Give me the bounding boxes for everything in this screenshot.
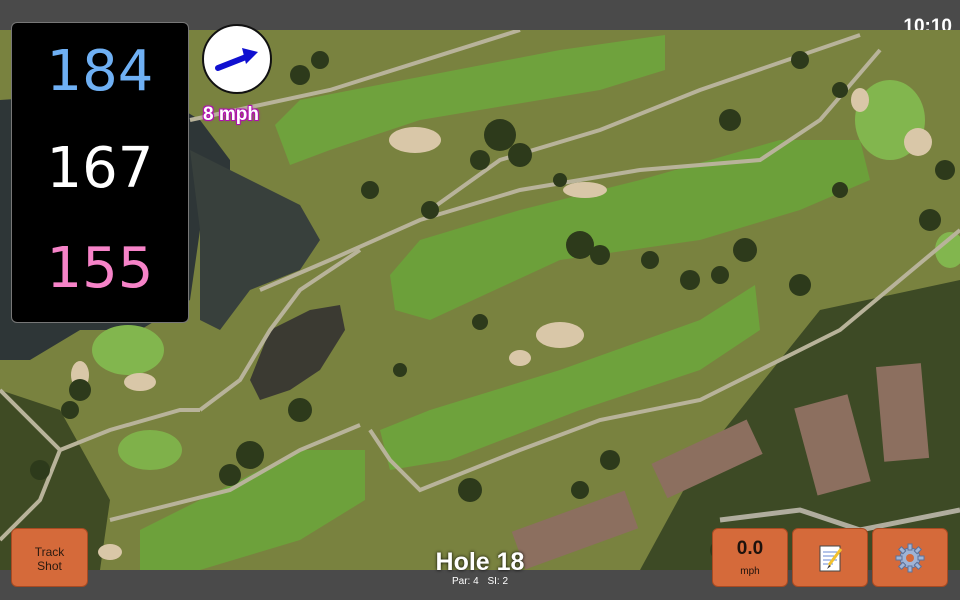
gear-icon bbox=[895, 543, 925, 572]
track-shot-label-line2: Shot bbox=[37, 559, 62, 573]
speed-unit: mph bbox=[740, 566, 760, 577]
middle-yardage: 167 bbox=[46, 136, 154, 201]
track-shot-button[interactable]: Track Shot bbox=[11, 528, 88, 587]
hole-info: Hole 18 Par: 4 SI: 2 bbox=[380, 548, 580, 588]
hole-stroke-index: SI: 2 bbox=[487, 576, 509, 587]
hole-title: Hole 18 bbox=[435, 548, 525, 576]
speed-button[interactable]: 0.0 mph bbox=[712, 528, 788, 587]
yardage-panel: 184 167 155 bbox=[11, 22, 189, 323]
track-shot-label-line1: Track bbox=[34, 545, 65, 559]
wind-direction-indicator bbox=[202, 24, 272, 94]
notepad-icon bbox=[819, 545, 843, 571]
settings-button[interactable] bbox=[872, 528, 948, 587]
arrow-right-icon bbox=[215, 48, 258, 71]
wind-speed-label: 8 mph bbox=[203, 104, 259, 125]
back-yardage: 184 bbox=[46, 39, 154, 104]
notes-button[interactable] bbox=[792, 528, 868, 587]
front-yardage: 155 bbox=[46, 236, 154, 301]
hole-details: Par: 4 SI: 2 bbox=[380, 576, 580, 588]
speed-value: 0.0 bbox=[736, 538, 764, 559]
hole-par: Par: 4 bbox=[451, 576, 479, 587]
